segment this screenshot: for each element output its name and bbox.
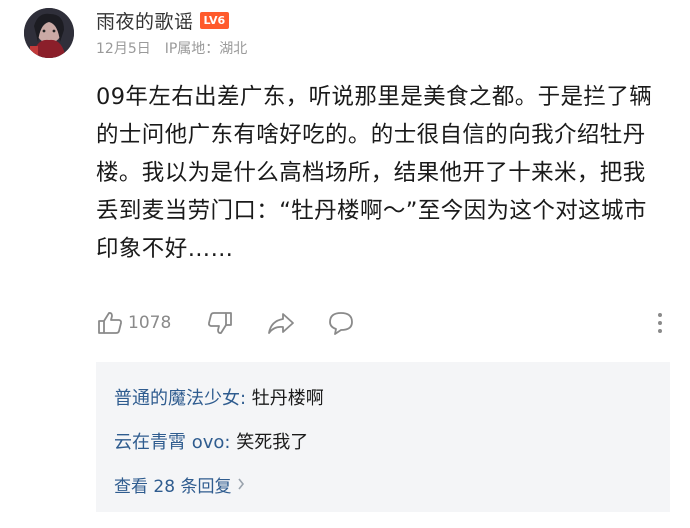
post-content: 09年左右出差广东，听说那里是美食之都。于是拦了辆的士问他广东有啥好吃的。的士很…	[96, 84, 653, 262]
like-button[interactable]: 1078	[96, 309, 196, 337]
share-arrow-icon	[266, 309, 296, 337]
post-meta: 12月5日 IP属地：湖北	[96, 38, 247, 58]
chevron-right-icon	[237, 475, 245, 494]
comment-button[interactable]	[326, 309, 386, 337]
replies-panel: 普通的魔法少女: 牡丹楼啊 云在青霄 ovo: 笑死我了 查看 28 条回复	[96, 362, 670, 512]
share-button[interactable]	[266, 309, 326, 337]
reply-separator: :	[240, 388, 252, 409]
username[interactable]: 雨夜的歌谣	[96, 7, 194, 34]
reply-item[interactable]: 普通的魔法少女: 牡丹楼啊	[114, 384, 324, 410]
thumbs-up-icon	[96, 309, 124, 337]
ip-location: IP属地：湖北	[164, 41, 248, 57]
level-badge: LV6	[199, 11, 230, 29]
dislike-button[interactable]	[206, 309, 266, 337]
reply-text: 笑死我了	[236, 432, 309, 453]
reply-separator: :	[224, 432, 237, 453]
post-card: 雨夜的歌谣 LV6 12月5日 IP属地：湖北 09年左右出差广东，听说那里是美…	[0, 0, 690, 528]
reply-item[interactable]: 云在青霄 ovo: 笑死我了	[114, 428, 308, 454]
user-header: 雨夜的歌谣 LV6	[96, 6, 230, 34]
more-options-button[interactable]	[656, 311, 664, 335]
view-more-label: 查看 28 条回复	[114, 477, 232, 497]
thumbs-down-icon	[206, 309, 234, 337]
reply-text: 牡丹楼啊	[251, 388, 324, 409]
avatar[interactable]	[24, 8, 74, 58]
like-count: 1078	[128, 313, 172, 333]
comment-bubble-icon	[326, 309, 356, 337]
avatar-image	[24, 8, 74, 58]
action-bar: 1078	[96, 306, 672, 340]
reply-author[interactable]: 普通的魔法少女	[114, 388, 240, 409]
reply-author[interactable]: 云在青霄 ovo	[114, 432, 224, 453]
vertical-dots-icon	[656, 311, 664, 335]
view-more-replies-link[interactable]: 查看 28 条回复	[114, 472, 245, 497]
post-date: 12月5日	[96, 41, 151, 57]
